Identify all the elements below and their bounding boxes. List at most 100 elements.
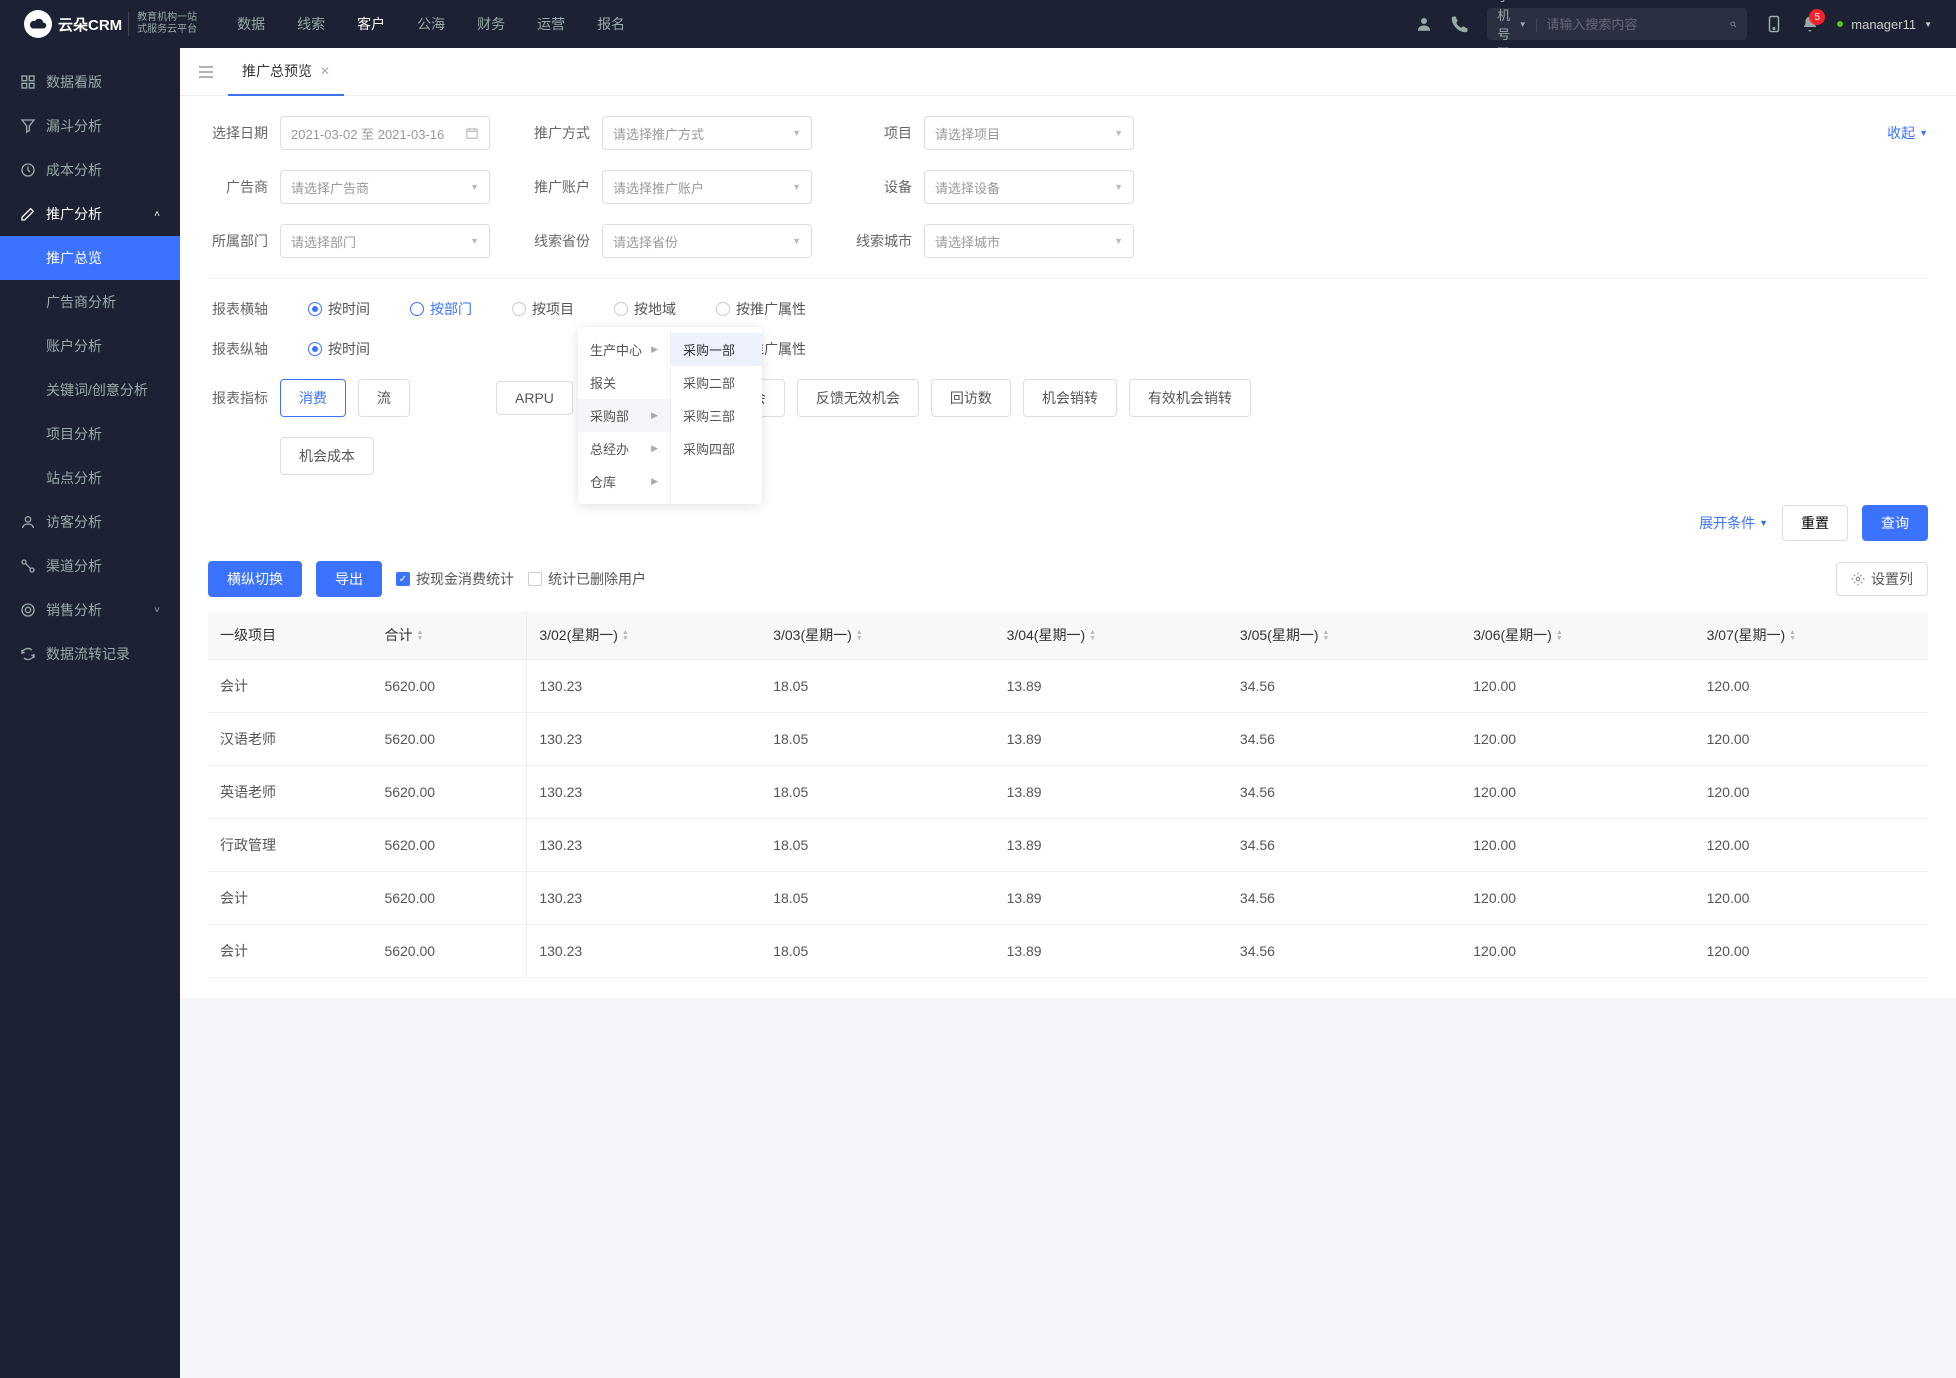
tab-label: 推广总预览 xyxy=(242,61,312,81)
method-select[interactable]: 请选择推广方式 ▼ xyxy=(602,116,812,150)
sidebar-sub-站点分析[interactable]: 站点分析 xyxy=(0,456,180,500)
table-cell: 18.05 xyxy=(761,766,994,819)
dept-select[interactable]: 请选择部门 ▼ xyxy=(280,224,490,258)
topmenu-财务[interactable]: 财务 xyxy=(477,14,505,34)
export-button[interactable]: 导出 xyxy=(316,561,382,597)
person-icon[interactable] xyxy=(1415,15,1433,33)
search-icon[interactable] xyxy=(1730,17,1737,32)
phone-icon[interactable] xyxy=(1451,15,1469,33)
province-select[interactable]: 请选择省份 ▼ xyxy=(602,224,812,258)
sidebar-sub-广告商分析[interactable]: 广告商分析 xyxy=(0,280,180,324)
column-settings-button[interactable]: 设置列 xyxy=(1836,562,1928,596)
haxis-promo[interactable]: 按推广属性 xyxy=(716,299,806,319)
cascade-item[interactable]: 采购一部 xyxy=(671,333,762,366)
project-select[interactable]: 请选择项目 ▼ xyxy=(924,116,1134,150)
haxis-time[interactable]: 按时间 xyxy=(308,299,370,319)
sidebar-item-推广分析[interactable]: 推广分析˄ xyxy=(0,192,180,236)
table-cell: 13.89 xyxy=(995,819,1228,872)
reset-button[interactable]: 重置 xyxy=(1782,505,1848,541)
table-cell: 18.05 xyxy=(761,925,994,978)
advertiser-select[interactable]: 请选择广告商 ▼ xyxy=(280,170,490,204)
close-icon[interactable]: ✕ xyxy=(320,64,330,78)
table-header[interactable]: 3/05(星期一)▲▼ xyxy=(1228,611,1461,660)
table-row: 行政管理5620.00130.2318.0513.8934.56120.0012… xyxy=(208,819,1928,872)
table-cell: 5620.00 xyxy=(372,819,526,872)
sidebar-sub-项目分析[interactable]: 项目分析 xyxy=(0,412,180,456)
cascade-item[interactable]: 采购二部 xyxy=(671,366,762,399)
metric-flow[interactable]: 流 xyxy=(358,379,410,417)
tab-promotion-overview[interactable]: 推广总预览 ✕ xyxy=(228,48,344,96)
table-cell: 120.00 xyxy=(1695,660,1928,713)
table-header: 一级项目 xyxy=(208,611,372,660)
user-menu[interactable]: manager11 ▼ xyxy=(1837,17,1932,32)
account-select[interactable]: 请选择推广账户 ▼ xyxy=(602,170,812,204)
cascade-item[interactable]: 报关 xyxy=(578,366,670,399)
sidebar-item-渠道分析[interactable]: 渠道分析 xyxy=(0,544,180,588)
cascade-item[interactable]: 采购四部 xyxy=(671,432,762,465)
sidebar-sub-推广总览[interactable]: 推广总览 xyxy=(0,236,180,280)
advertiser-label: 广告商 xyxy=(208,177,268,197)
city-select[interactable]: 请选择城市 ▼ xyxy=(924,224,1134,258)
table-header[interactable]: 3/07(星期一)▲▼ xyxy=(1695,611,1928,660)
device-select[interactable]: 请选择设备 ▼ xyxy=(924,170,1134,204)
sidebar-item-销售分析[interactable]: 销售分析˅ xyxy=(0,588,180,632)
metric-oppcost[interactable]: 机会成本 xyxy=(280,437,374,475)
cascade-item[interactable]: 仓库▶ xyxy=(578,465,670,498)
date-range-input[interactable]: 2021-03-02 至 2021-03-16 xyxy=(280,116,490,150)
topmenu-客户[interactable]: 客户 xyxy=(357,14,385,34)
table-cell: 会计 xyxy=(208,660,372,713)
metric-oppconv[interactable]: 机会销转 xyxy=(1023,379,1117,417)
project-label: 项目 xyxy=(852,123,912,143)
sidebar-sub-账户分析[interactable]: 账户分析 xyxy=(0,324,180,368)
dept-label: 所属部门 xyxy=(208,231,268,251)
sidebar-sub-关键词/创意分析[interactable]: 关键词/创意分析 xyxy=(0,368,180,412)
user-icon xyxy=(20,514,36,530)
sidebar-item-漏斗分析[interactable]: 漏斗分析 xyxy=(0,104,180,148)
topmenu-报名[interactable]: 报名 xyxy=(597,14,625,34)
notifications-button[interactable]: 5 xyxy=(1801,15,1819,33)
haxis-dept[interactable]: 按部门 xyxy=(410,299,472,319)
table-header[interactable]: 合计▲▼ xyxy=(372,611,526,660)
vaxis-time[interactable]: 按时间 xyxy=(308,339,370,359)
sidebar-item-数据流转记录[interactable]: 数据流转记录 xyxy=(0,632,180,676)
topmenu-线索[interactable]: 线索 xyxy=(297,14,325,34)
table-header[interactable]: 3/02(星期一)▲▼ xyxy=(527,611,761,660)
cascade-item[interactable]: 生产中心▶ xyxy=(578,333,670,366)
cash-checkbox[interactable]: 按现金消费统计 xyxy=(396,569,514,589)
cascade-item[interactable]: 采购部▶ xyxy=(578,399,670,432)
collapse-button[interactable]: 收起 ▼ xyxy=(1887,123,1928,143)
deleted-checkbox[interactable]: 统计已删除用户 xyxy=(528,569,646,589)
metric-arpu[interactable]: ARPU xyxy=(496,381,573,415)
table-cell: 会计 xyxy=(208,872,372,925)
metric-invalid[interactable]: 反馈无效机会 xyxy=(797,379,919,417)
haxis-project[interactable]: 按项目 xyxy=(512,299,574,319)
table-header[interactable]: 3/06(星期一)▲▼ xyxy=(1461,611,1694,660)
sidebar-toggle[interactable] xyxy=(188,54,224,90)
topmenu-公海[interactable]: 公海 xyxy=(417,14,445,34)
metric-validconv[interactable]: 有效机会销转 xyxy=(1129,379,1251,417)
logo[interactable]: 云朵CRM 教育机构一站 式服务云平台 xyxy=(24,10,197,38)
haxis-region[interactable]: 按地域 xyxy=(614,299,676,319)
table-cell: 汉语老师 xyxy=(208,713,372,766)
sidebar: 数据看版漏斗分析成本分析推广分析˄推广总览广告商分析账户分析关键词/创意分析项目… xyxy=(0,48,180,1378)
cascade-item[interactable]: 采购三部 xyxy=(671,399,762,432)
cascade-item[interactable]: 总经办▶ xyxy=(578,432,670,465)
sidebar-item-访客分析[interactable]: 访客分析 xyxy=(0,500,180,544)
table-row: 会计5620.00130.2318.0513.8934.56120.00120.… xyxy=(208,925,1928,978)
metric-consume[interactable]: 消费 xyxy=(280,379,346,417)
topmenu-数据[interactable]: 数据 xyxy=(237,14,265,34)
table-cell: 120.00 xyxy=(1461,660,1694,713)
sidebar-item-数据看版[interactable]: 数据看版 xyxy=(0,60,180,104)
search-input[interactable] xyxy=(1546,17,1722,32)
table-cell: 34.56 xyxy=(1228,925,1461,978)
expand-conditions-button[interactable]: 展开条件 ▼ xyxy=(1699,513,1768,533)
switch-axis-button[interactable]: 横纵切换 xyxy=(208,561,302,597)
table-cell: 120.00 xyxy=(1461,925,1694,978)
sidebar-item-成本分析[interactable]: 成本分析 xyxy=(0,148,180,192)
mobile-icon[interactable] xyxy=(1765,15,1783,33)
topmenu-运营[interactable]: 运营 xyxy=(537,14,565,34)
query-button[interactable]: 查询 xyxy=(1862,505,1928,541)
table-header[interactable]: 3/03(星期一)▲▼ xyxy=(761,611,994,660)
metric-revisit[interactable]: 回访数 xyxy=(931,379,1011,417)
table-header[interactable]: 3/04(星期一)▲▼ xyxy=(995,611,1228,660)
